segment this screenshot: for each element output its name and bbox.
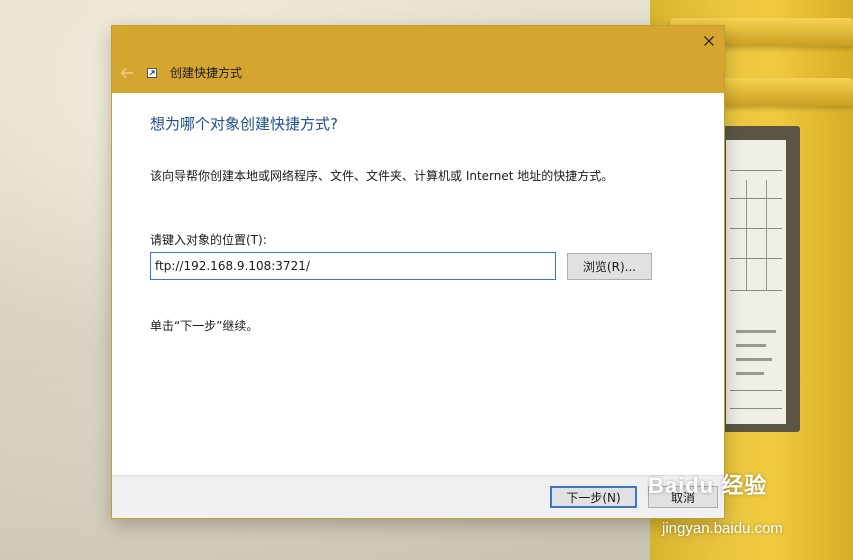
watermark-url: jingyan.baidu.com xyxy=(662,520,783,537)
location-input[interactable] xyxy=(150,252,556,280)
location-label: 请键入对象的位置(T): xyxy=(150,233,267,247)
baidu-watermark: Baidu 经验 jingyan.baidu.com xyxy=(648,464,848,544)
close-icon xyxy=(704,36,714,46)
mailbox-plate xyxy=(726,140,786,424)
back-arrow-icon xyxy=(120,68,133,78)
dialog-content: 想为哪个对象创建快捷方式? 该向导帮你创建本地或网络程序、文件、文件夹、计算机或… xyxy=(112,93,724,475)
shortcut-icon xyxy=(147,68,157,78)
back-button[interactable] xyxy=(118,64,136,82)
watermark-brand: Baidu 经验 xyxy=(648,473,768,498)
wizard-description: 该向导帮你创建本地或网络程序、文件、文件夹、计算机或 Internet 地址的快… xyxy=(150,169,614,183)
browse-button[interactable]: 浏览(R)... xyxy=(567,253,652,280)
dialog-title: 创建快捷方式 xyxy=(170,66,243,80)
continue-hint: 单击“下一步”继续。 xyxy=(150,319,259,333)
close-button[interactable] xyxy=(694,26,724,56)
title-bar: 创建快捷方式 xyxy=(112,26,724,93)
next-button[interactable]: 下一步(N) xyxy=(550,486,637,508)
dialog-footer: 下一步(N) 取消 xyxy=(112,475,724,518)
create-shortcut-dialog: 创建快捷方式 想为哪个对象创建快捷方式? 该向导帮你创建本地或网络程序、文件、文… xyxy=(112,26,724,518)
page-heading: 想为哪个对象创建快捷方式? xyxy=(150,115,338,133)
